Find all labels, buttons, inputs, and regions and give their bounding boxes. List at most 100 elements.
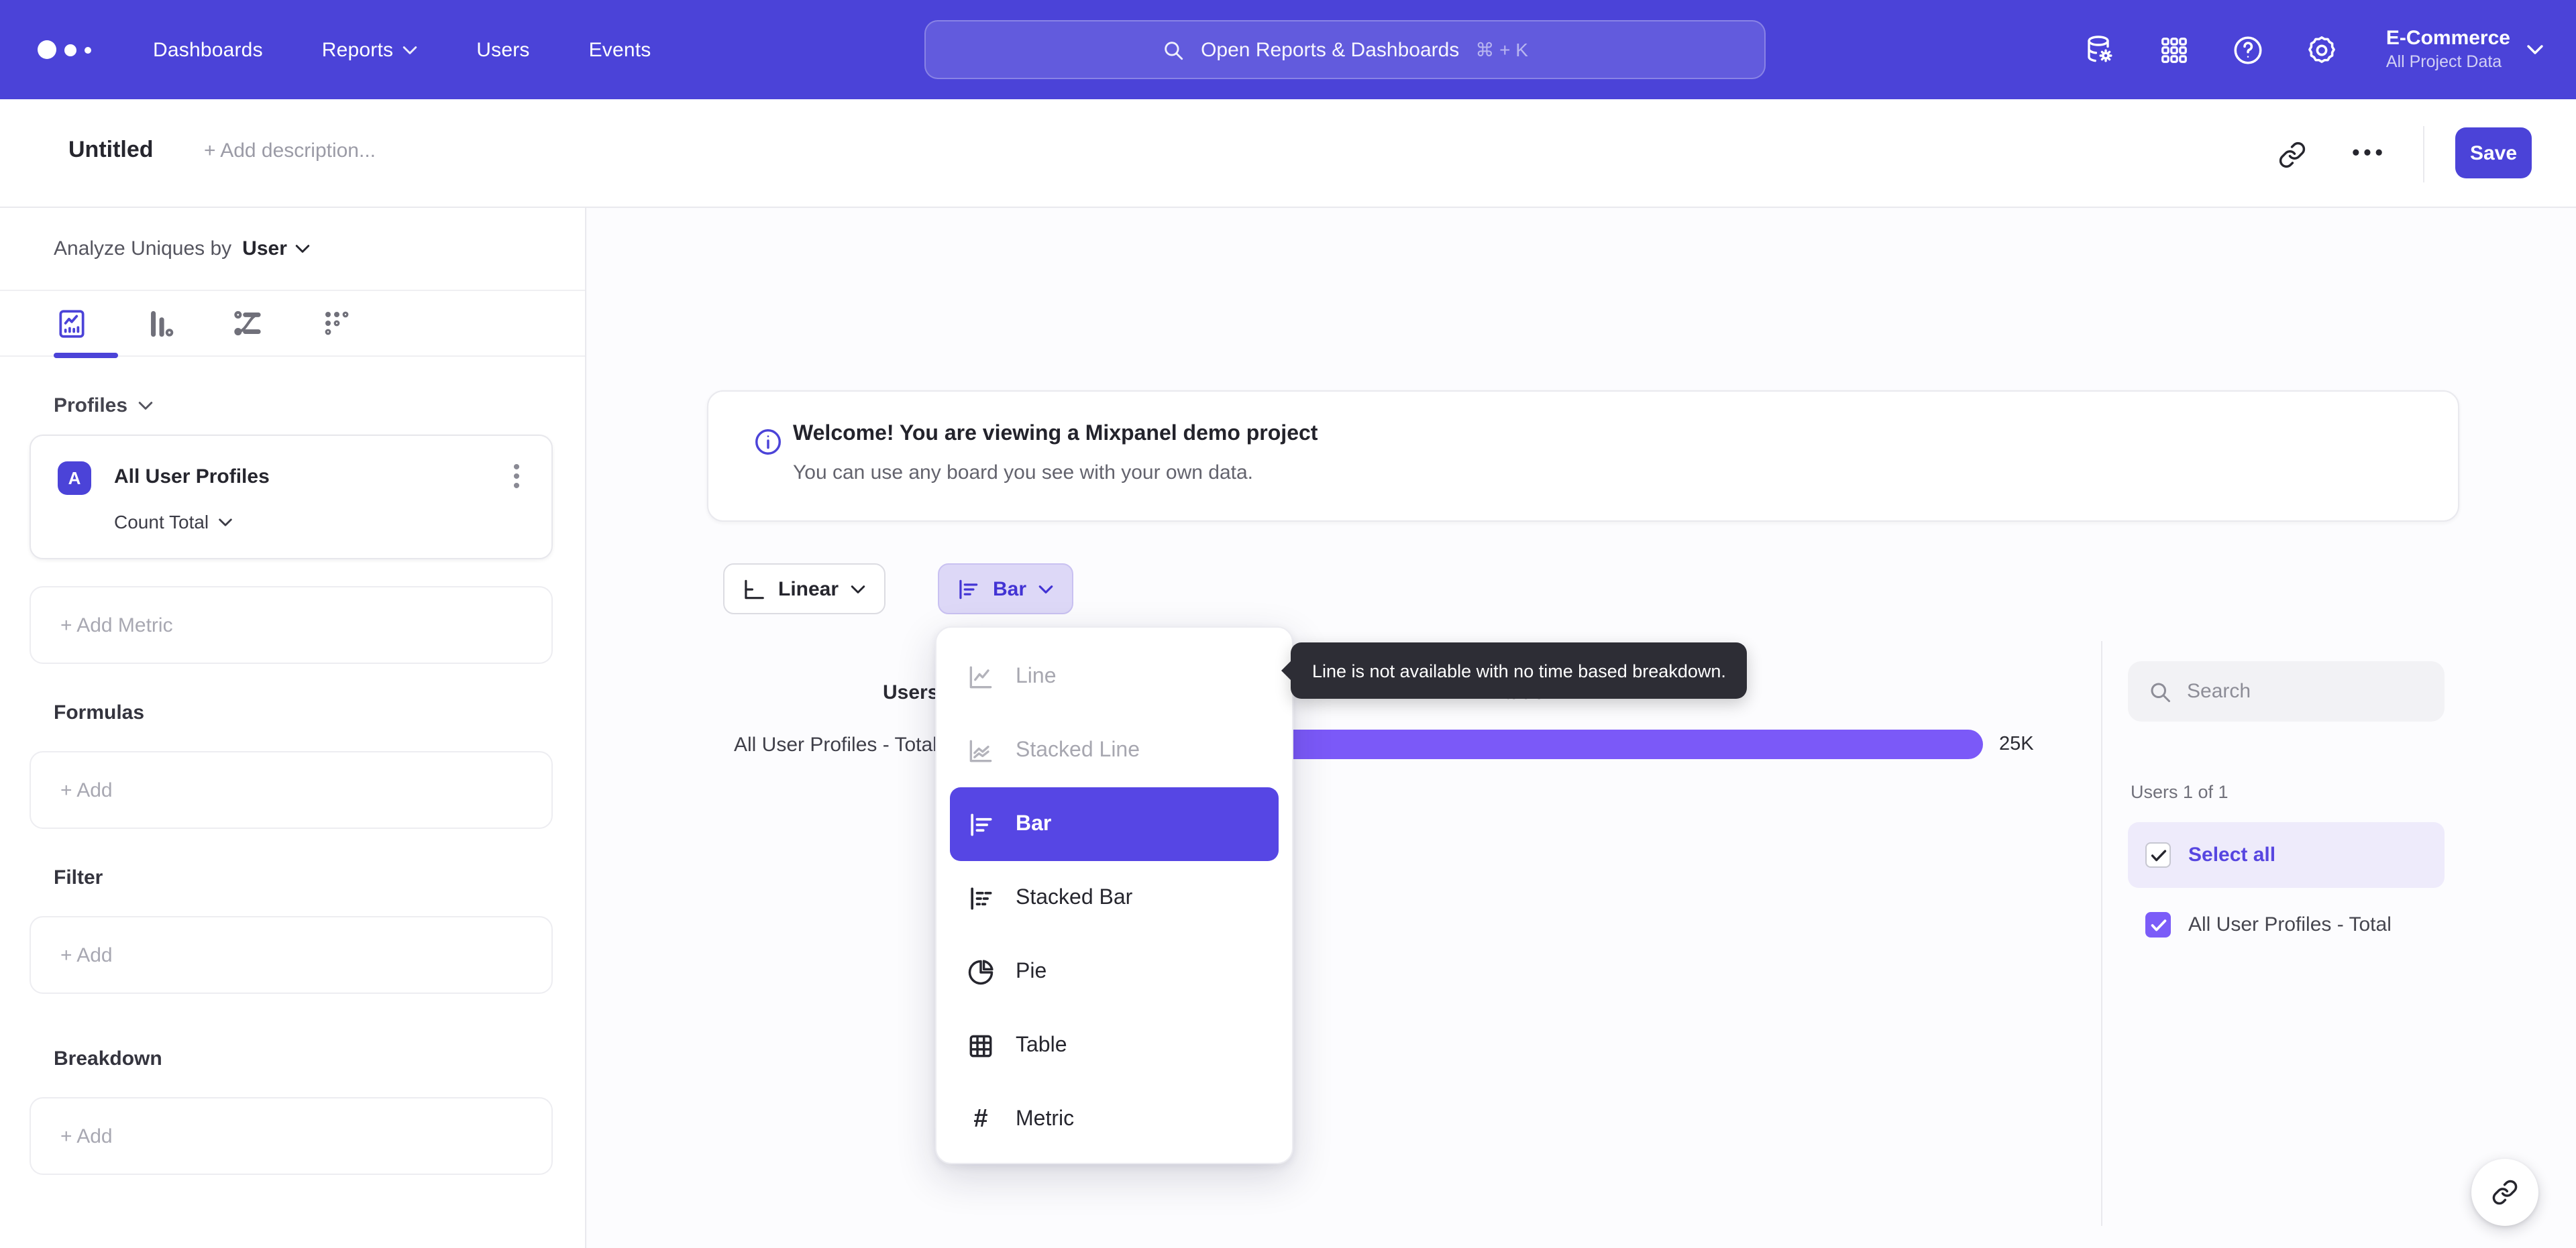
mixpanel-app: Dashboards Reports Users Events Open Rep… xyxy=(0,0,2576,1248)
menu-item-stacked-bar[interactable]: Stacked Bar xyxy=(950,861,1279,935)
nav-item-dashboards[interactable]: Dashboards xyxy=(153,38,263,61)
tab-insights[interactable] xyxy=(51,303,118,358)
column-header-users: Users xyxy=(883,681,939,704)
table-icon xyxy=(969,1034,992,1057)
series-label: All User Profiles - Total xyxy=(2188,913,2392,936)
mixpanel-logo-icon[interactable] xyxy=(38,40,115,59)
breakdown-section-header: Breakdown xyxy=(54,1047,162,1070)
add-breakdown-button[interactable]: + Add xyxy=(30,1097,553,1175)
data-management-icon[interactable] xyxy=(2083,32,2118,67)
metric-name[interactable]: All User Profiles xyxy=(114,465,270,488)
builder-tabs xyxy=(0,291,585,358)
global-search-button[interactable]: Open Reports & Dashboards ⌘ + K xyxy=(924,20,1766,79)
nav-right: E-Commerce All Project Data xyxy=(2083,0,2576,99)
active-tab-underline xyxy=(54,353,118,358)
axis-icon xyxy=(745,579,764,599)
add-filter-button[interactable]: + Add xyxy=(30,916,553,994)
query-builder-sidebar: Analyze Uniques by User Profiles A All U… xyxy=(0,208,586,1248)
chevron-down-icon xyxy=(218,518,231,526)
series-search[interactable] xyxy=(2128,661,2445,722)
project-name: E-Commerce xyxy=(2385,26,2510,50)
pie-chart-icon xyxy=(968,959,994,984)
select-all-label: Select all xyxy=(2188,844,2276,866)
profiles-section-header[interactable]: Profiles xyxy=(0,394,585,417)
copy-link-icon[interactable] xyxy=(2271,134,2312,174)
series-search-input[interactable] xyxy=(2187,680,2415,703)
menu-item-metric[interactable]: # Metric xyxy=(950,1082,1279,1156)
help-icon[interactable] xyxy=(2231,32,2265,67)
series-checkbox[interactable] xyxy=(2145,912,2171,938)
toolbar-divider xyxy=(2423,126,2424,182)
bar-value-label: 25K xyxy=(1999,734,2034,755)
menu-item-pie[interactable]: Pie xyxy=(950,935,1279,1009)
chevron-down-icon xyxy=(1038,585,1053,593)
info-icon xyxy=(753,427,784,464)
disabled-option-tooltip: Line is not available with no time based… xyxy=(1281,642,1748,699)
chevron-down-icon xyxy=(403,46,417,54)
save-button[interactable]: Save xyxy=(2455,127,2532,178)
report-toolbar: Untitled + Add description... ••• Save xyxy=(0,99,2576,208)
nav-item-events[interactable]: Events xyxy=(589,38,651,61)
metric-card[interactable]: A All User Profiles • • • Count Total xyxy=(30,435,553,559)
tab-retention[interactable] xyxy=(317,303,357,343)
select-all-checkbox[interactable] xyxy=(2145,842,2171,868)
apps-grid-icon[interactable] xyxy=(2157,32,2192,67)
share-link-fab[interactable] xyxy=(2471,1159,2538,1226)
hash-icon: # xyxy=(973,1104,988,1133)
formulas-section-header: Formulas xyxy=(54,701,145,724)
banner-subtitle: You can use any board you see with your … xyxy=(793,461,1254,484)
scale-selector-button[interactable]: Linear xyxy=(723,563,886,614)
chevron-down-icon xyxy=(138,402,153,410)
global-search-placeholder: Open Reports & Dashboards xyxy=(1201,38,1460,61)
add-formula-button[interactable]: + Add xyxy=(30,751,553,829)
settings-gear-icon[interactable] xyxy=(2304,32,2339,67)
series-count-label: Users 1 of 1 xyxy=(2131,782,2229,802)
kebab-menu-icon[interactable]: • • • xyxy=(506,457,527,496)
menu-item-table[interactable]: Table xyxy=(950,1009,1279,1082)
check-icon xyxy=(2150,919,2166,931)
analyze-entity-selector[interactable]: User xyxy=(242,237,310,260)
bar-chart-icon xyxy=(971,813,992,836)
report-canvas: Welcome! You are viewing a Mixpanel demo… xyxy=(588,209,2576,1248)
add-description-button[interactable]: + Add description... xyxy=(204,139,376,162)
demo-banner: Welcome! You are viewing a Mixpanel demo… xyxy=(707,390,2459,522)
banner-title: Welcome! You are viewing a Mixpanel demo… xyxy=(793,422,1318,445)
bar-chart-icon xyxy=(959,579,978,599)
chart-type-button[interactable]: Bar xyxy=(938,563,1074,614)
report-title[interactable]: Untitled xyxy=(68,137,154,164)
nav-item-reports[interactable]: Reports xyxy=(322,38,417,61)
chevron-down-icon xyxy=(851,585,865,593)
series-row[interactable]: All User Profiles - Total xyxy=(2128,892,2445,958)
stacked-line-chart-icon xyxy=(969,739,992,762)
check-icon xyxy=(2150,849,2166,861)
search-icon xyxy=(2151,682,2170,701)
select-all-row[interactable]: Select all xyxy=(2128,822,2445,888)
stacked-bar-chart-icon xyxy=(971,887,992,909)
project-scope: All Project Data xyxy=(2385,52,2502,71)
search-icon xyxy=(1165,41,1183,60)
chevron-down-icon xyxy=(2527,45,2543,54)
line-chart-icon xyxy=(969,665,992,688)
top-nav: Dashboards Reports Users Events Open Rep… xyxy=(0,0,2576,99)
menu-item-line[interactable]: Line xyxy=(950,640,1279,714)
chart-type-menu: Line Stacked Line Bar Stacked Bar Pie Ta… xyxy=(935,626,1293,1164)
menu-item-stacked-line[interactable]: Stacked Line xyxy=(950,714,1279,787)
nav-item-users[interactable]: Users xyxy=(476,38,529,61)
tab-flows[interactable] xyxy=(228,303,268,343)
analyze-row: Analyze Uniques by User xyxy=(0,208,585,291)
project-switcher[interactable]: E-Commerce All Project Data xyxy=(2386,27,2544,73)
more-options-button[interactable]: ••• xyxy=(2349,134,2390,174)
bar-row-label: All User Profiles - Total xyxy=(734,734,936,756)
add-metric-button[interactable]: + Add Metric xyxy=(30,586,553,664)
metric-badge: A xyxy=(58,461,91,495)
chevron-down-icon xyxy=(295,245,310,253)
tab-funnels[interactable] xyxy=(140,303,180,343)
filter-section-header: Filter xyxy=(54,866,103,889)
metric-aggregation-selector[interactable]: Count Total xyxy=(114,511,231,532)
menu-item-bar[interactable]: Bar xyxy=(950,787,1279,861)
right-panel-divider xyxy=(2101,641,2102,1226)
nav-links: Dashboards Reports Users Events xyxy=(153,38,651,61)
analyze-prefix-label: Analyze Uniques by xyxy=(54,237,232,260)
search-shortcut: ⌘ + K xyxy=(1475,38,1528,60)
link-icon xyxy=(2492,1180,2518,1205)
